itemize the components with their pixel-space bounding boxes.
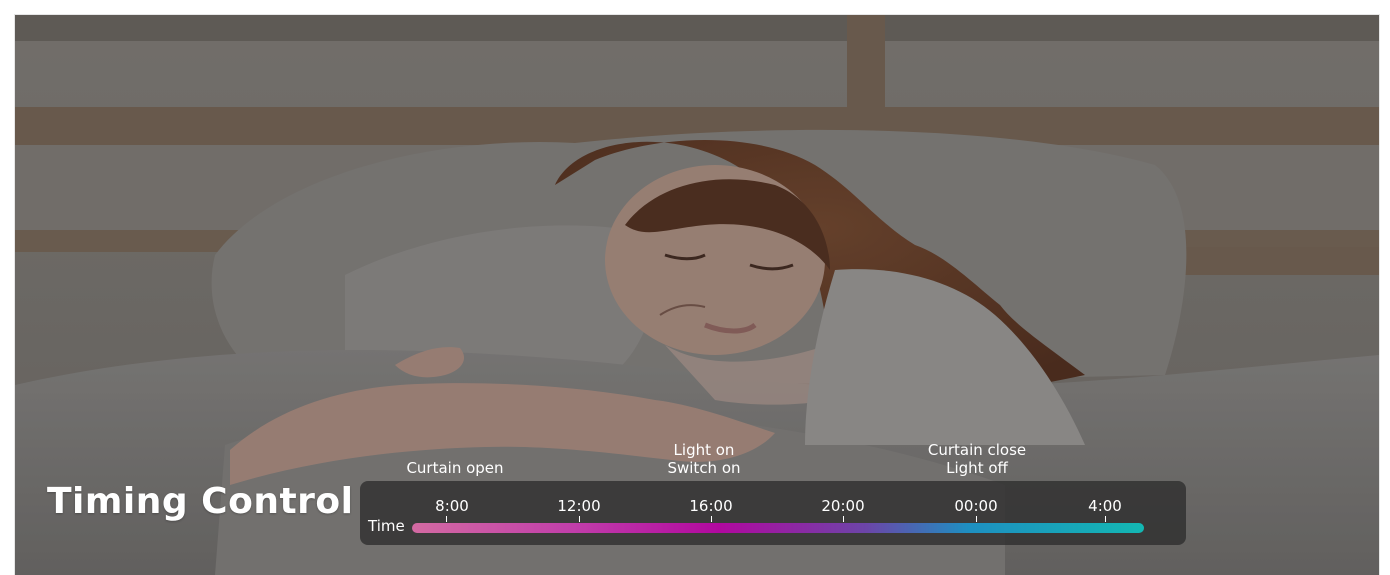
tick-label-20: 20:00 xyxy=(821,497,865,515)
tick-label-8: 8:00 xyxy=(435,497,469,515)
timeline-bar xyxy=(412,523,1144,533)
tick-label-16: 16:00 xyxy=(689,497,733,515)
tick-mark xyxy=(711,516,712,522)
tick-label-12: 12:00 xyxy=(557,497,601,515)
event-line: Switch on xyxy=(667,459,741,477)
tick-label-00: 00:00 xyxy=(954,497,998,515)
event-line: Light on xyxy=(673,441,735,459)
tick-mark xyxy=(1105,516,1106,522)
event-light-switch-on: Light on Switch on xyxy=(667,441,740,477)
event-line: Light off xyxy=(946,459,1008,477)
page-title: Timing Control xyxy=(47,481,354,522)
tick-label-4: 4:00 xyxy=(1088,497,1122,515)
event-line: Curtain open xyxy=(406,459,504,477)
tick-mark xyxy=(579,516,580,522)
event-line: Curtain close xyxy=(927,441,1027,459)
banner: Timing Control Curtain open Light on Swi… xyxy=(14,14,1380,575)
time-axis-label: Time xyxy=(368,517,405,535)
event-curtain-close-light-off: Curtain close Light off xyxy=(928,441,1026,477)
tick-mark xyxy=(446,516,447,522)
tick-mark xyxy=(976,516,977,522)
event-curtain-open: Curtain open xyxy=(406,459,503,477)
timeline-panel: Time 8:00 12:00 16:00 20:00 00:00 4:00 xyxy=(360,481,1186,545)
tick-mark xyxy=(843,516,844,522)
